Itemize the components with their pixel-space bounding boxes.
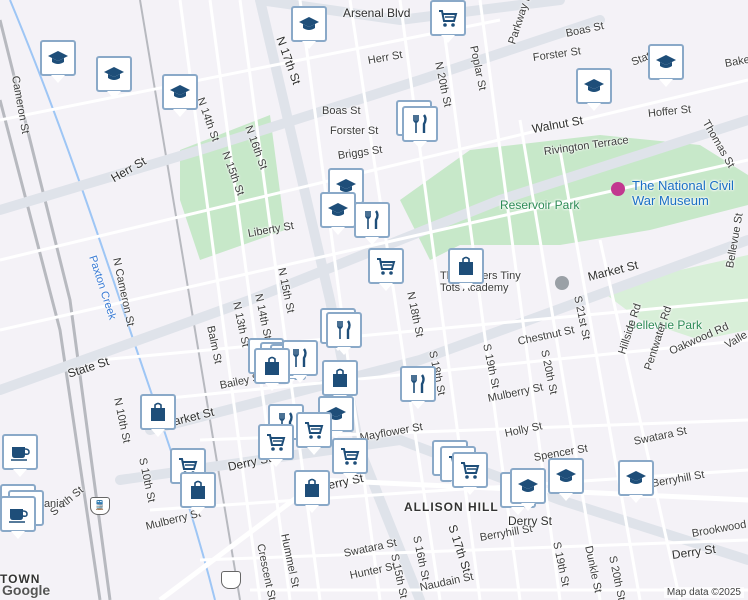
label-arsenal-blvd: Arsenal Blvd: [343, 6, 411, 20]
pin-restaurant-7[interactable]: [400, 366, 436, 409]
pin-school-10[interactable]: [510, 468, 546, 511]
pin-restaurant-3[interactable]: [354, 202, 390, 245]
pin-school-2[interactable]: [40, 40, 76, 83]
museum-marker-icon[interactable]: [611, 182, 625, 196]
pin-school-8[interactable]: [320, 192, 356, 235]
school-marker-icon[interactable]: [555, 276, 569, 290]
pin-bag-8[interactable]: [180, 472, 216, 515]
pin-bag-9[interactable]: [294, 470, 330, 513]
pin-school-4[interactable]: [162, 74, 198, 117]
map-attribution[interactable]: Map data ©2025: [663, 587, 744, 598]
pin-shop-cart-1[interactable]: [430, 0, 466, 43]
pin-school-12[interactable]: [618, 460, 654, 503]
pin-bag-6[interactable]: [322, 360, 358, 403]
pin-cart-9[interactable]: [452, 452, 488, 495]
pin-bag-7[interactable]: [140, 394, 176, 437]
pin-school-3[interactable]: [96, 56, 132, 99]
label-forster-st-1: Forster St: [330, 125, 379, 137]
pin-bag-1[interactable]: [448, 248, 484, 291]
pin-school-1[interactable]: [291, 6, 327, 49]
pin-school-11[interactable]: [548, 458, 584, 501]
pin-cart-5[interactable]: [332, 438, 368, 481]
label-boas-st-1: Boas St: [322, 105, 361, 117]
google-logo: Google: [2, 582, 51, 598]
pin-cart-2[interactable]: [368, 248, 404, 291]
label-allison-hill: ALLISON HILL: [404, 500, 499, 514]
pin-cart-3[interactable]: [296, 412, 332, 455]
label-derry-st-3: Derry St: [508, 514, 553, 528]
pin-coffee-1[interactable]: [2, 434, 38, 477]
pin-school-6[interactable]: [648, 44, 684, 87]
label-reservoir-park: Reservoir Park: [500, 198, 580, 212]
pin-bag-5[interactable]: [254, 348, 290, 391]
pin-restaurant-5[interactable]: [326, 312, 362, 355]
route-shield-icon: [221, 571, 241, 589]
map-canvas[interactable]: Arsenal Blvd Herr St Herr St N 17th St Boas …: [0, 0, 748, 600]
pin-restaurant-2[interactable]: [402, 106, 438, 149]
train-station-icon[interactable]: 🚆: [90, 497, 110, 515]
pin-school-5[interactable]: [576, 68, 612, 111]
pin-cart-4[interactable]: [258, 424, 294, 467]
pin-coffee-4[interactable]: [0, 496, 36, 539]
label-civil-war-museum: The National Civil War Museum: [632, 178, 734, 208]
